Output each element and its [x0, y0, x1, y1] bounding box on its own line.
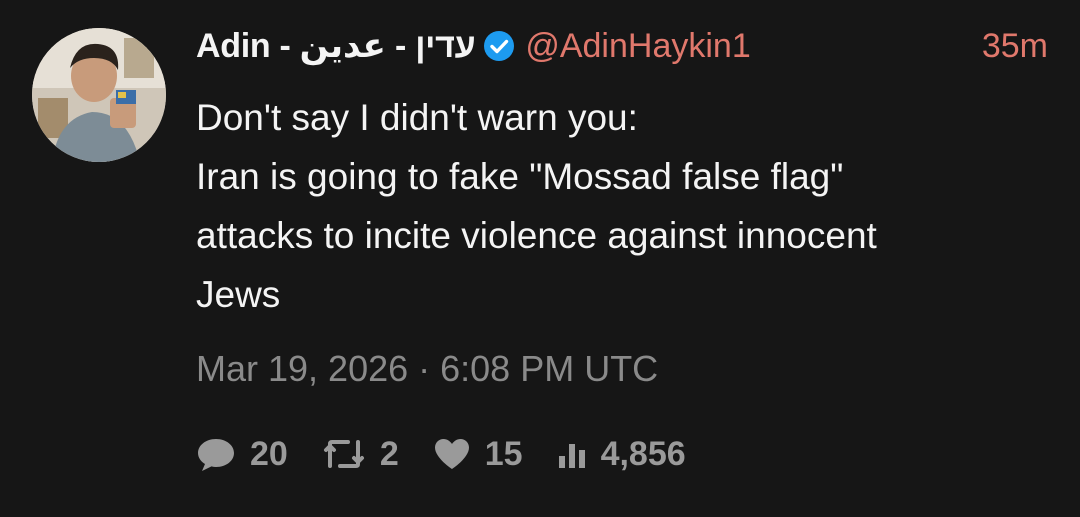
tweet-text-line: Don't say I didn't warn you:	[196, 97, 638, 138]
reply-button[interactable]: 20	[196, 434, 288, 474]
user-handle[interactable]: @AdinHaykin1	[525, 27, 750, 66]
tweet-text-line: attacks to incite violence against innoc…	[196, 215, 877, 256]
analytics-bars-icon	[558, 444, 585, 468]
relative-time[interactable]: 35m	[982, 24, 1048, 68]
like-button[interactable]: 15	[433, 435, 523, 474]
tweet-text: Don't say I didn't warn you: Iran is goi…	[196, 88, 1056, 324]
views-button[interactable]: 4,856	[557, 435, 686, 474]
reply-count: 20	[250, 434, 288, 473]
verified-badge-icon	[483, 30, 515, 62]
tweet-header: Adin - עדין - عدين @AdinHaykin1 35m	[196, 24, 1056, 68]
retweet-icon	[323, 440, 364, 468]
like-count: 15	[484, 434, 523, 473]
retweet-button[interactable]: 2	[322, 435, 399, 474]
tweet-text-line: Jews	[196, 274, 281, 315]
display-name[interactable]: Adin - עדין - عدين	[196, 26, 476, 66]
avatar[interactable]	[32, 28, 166, 162]
engagement-stats: 20 2 15 4,856	[196, 432, 720, 476]
heart-icon	[434, 439, 469, 469]
post-timestamp[interactable]: Mar 19, 2026 · 6:08 PM UTC	[196, 348, 658, 390]
tweet-text-line: Iran is going to fake "Mossad false flag…	[196, 156, 844, 197]
reply-icon	[198, 439, 234, 471]
tweet-card[interactable]: Adin - עדין - عدين @AdinHaykin1 35m Don'…	[0, 0, 1080, 517]
retweet-count: 2	[379, 434, 399, 473]
view-count: 4,856	[600, 434, 686, 473]
profile-photo-icon	[32, 28, 166, 162]
